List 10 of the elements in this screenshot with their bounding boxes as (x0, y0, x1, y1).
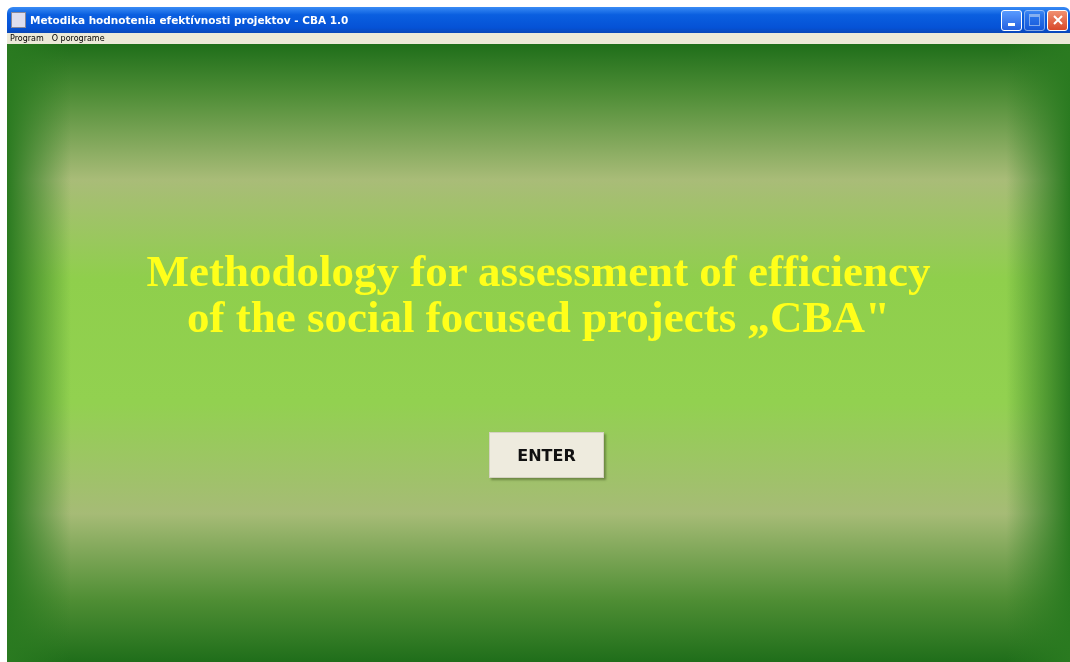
heading-line: of the social focused projects „CBA" (187, 294, 890, 340)
close-icon (1052, 15, 1063, 25)
menu-item[interactable]: O porograme (51, 33, 105, 44)
minimize-button[interactable] (1001, 9, 1022, 31)
app-icon (11, 12, 26, 28)
menu-item[interactable]: Program (10, 33, 44, 44)
enter-button[interactable]: ENTER (489, 432, 604, 478)
heading-line: Methodology for assessment of efficiency (146, 248, 931, 294)
close-button[interactable] (1047, 9, 1068, 31)
window-title: Metodika hodnotenia efektívnosti projektov - CBA 1.0 (30, 14, 350, 26)
